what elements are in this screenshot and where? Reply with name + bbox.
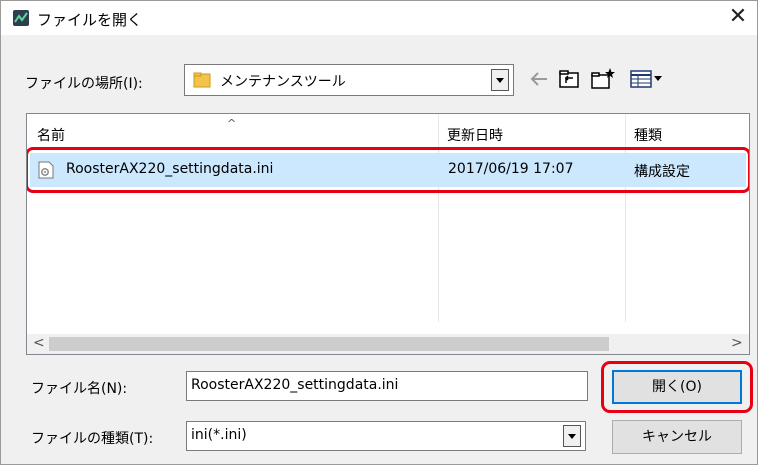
close-button[interactable]: ✕ (723, 5, 753, 31)
highlight-box (27, 147, 749, 193)
filename-label: ファイル名(N): (31, 381, 128, 397)
scroll-left-icon[interactable]: < (33, 335, 45, 351)
filetype-label: ファイルの種類(T): (31, 431, 154, 447)
column-header-date[interactable]: 更新日時 (437, 114, 617, 148)
column-divider (438, 114, 439, 322)
scroll-right-icon[interactable]: > (731, 335, 743, 351)
title-bar: ファイルを開く ✕ (1, 1, 757, 35)
scroll-thumb[interactable] (49, 337, 609, 351)
cancel-button[interactable]: キャンセル (612, 420, 742, 454)
window-title: ファイルを開く (37, 11, 143, 29)
lookin-label: ファイルの場所(I): (25, 76, 143, 92)
column-header-name[interactable]: 名前 (27, 114, 429, 148)
file-list[interactable]: ^ 名前 更新日時 種類 RoosterAX220_settingdata.in… (26, 113, 750, 355)
horizontal-scrollbar[interactable]: < > (27, 334, 749, 354)
filetype-dropdown[interactable]: ini(*.ini) (186, 421, 586, 451)
new-folder-icon[interactable] (590, 67, 616, 91)
view-menu-icon[interactable] (629, 67, 665, 91)
folder-icon (193, 72, 211, 88)
filename-input[interactable]: RoosterAX220_settingdata.ini (186, 371, 588, 401)
chevron-down-icon[interactable] (563, 425, 581, 447)
highlight-box (601, 361, 753, 413)
back-icon[interactable] (527, 67, 549, 91)
filetype-value: ini(*.ini) (191, 427, 247, 443)
up-folder-icon[interactable] (557, 67, 581, 91)
table-row[interactable]: RoosterAX220_settingdata.ini 2017/06/19 … (27, 147, 749, 193)
lookin-value: メンテナンスツール (220, 74, 346, 90)
open-file-dialog: ファイルを開く ✕ ファイルの場所(I): メンテナンスツール ^ 名前 更新日… (0, 0, 758, 465)
lookin-dropdown[interactable]: メンテナンスツール (184, 64, 514, 96)
app-icon (13, 10, 29, 26)
chevron-down-icon[interactable] (491, 69, 509, 91)
column-header-type[interactable]: 種類 (624, 114, 744, 148)
column-divider (625, 114, 626, 322)
